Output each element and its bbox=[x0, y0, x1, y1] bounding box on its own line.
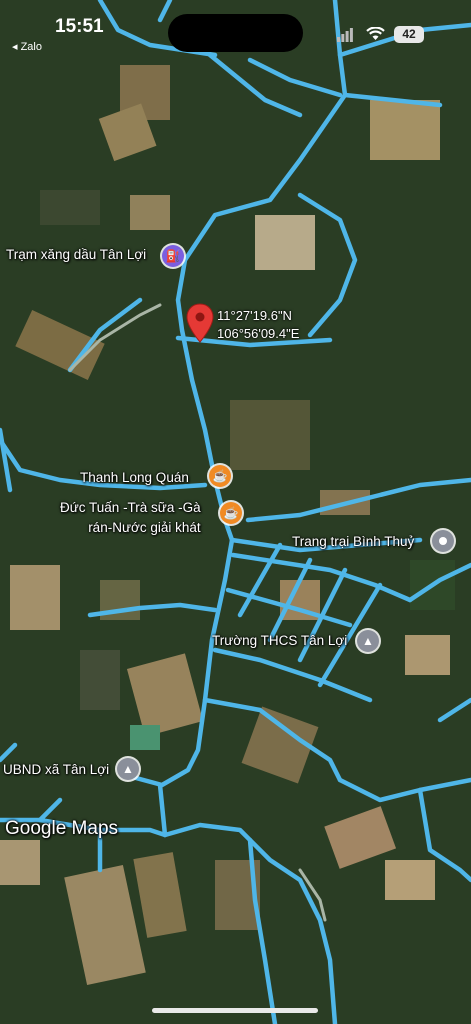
school-icon[interactable]: ▲ bbox=[357, 630, 379, 652]
cafe-icon[interactable]: ☕ bbox=[220, 502, 242, 524]
dynamic-island bbox=[168, 14, 303, 52]
duc-tuan-label-line1: Đức Tuấn -Trà sữa -Gà bbox=[60, 500, 201, 515]
clock: 15:51 bbox=[55, 16, 104, 37]
gas-pump-icon[interactable]: ⛽ bbox=[162, 245, 184, 267]
google-maps-watermark: Google Maps bbox=[5, 818, 119, 839]
ubnd-label[interactable]: UBND xã Tân Lợi bbox=[3, 762, 109, 777]
home-indicator[interactable] bbox=[152, 1008, 318, 1013]
pin-latitude: 11°27'19.6"N bbox=[217, 308, 292, 323]
duc-tuan-label[interactable]: Đức Tuấn -Trà sữa -Gà rán-Nước giải khát bbox=[60, 498, 201, 538]
back-to-app-link[interactable]: ◂ Zalo bbox=[12, 40, 42, 53]
wifi-icon bbox=[366, 27, 385, 40]
cellular-signal-icon bbox=[337, 28, 353, 42]
pin-coordinates: 11°27'19.6"N 106°56'09.4"E bbox=[217, 307, 299, 343]
duc-tuan-label-line2: rán-Nước giải khát bbox=[88, 520, 201, 535]
cafe-icon[interactable]: ☕ bbox=[209, 465, 231, 487]
government-icon[interactable]: ▲ bbox=[117, 758, 139, 780]
battery-indicator: 42 bbox=[394, 26, 424, 43]
thanh-long-quan-label[interactable]: Thanh Long Quán bbox=[80, 470, 189, 485]
school-label[interactable]: Trường THCS Tân Lợi bbox=[212, 633, 347, 648]
dropped-pin-icon[interactable] bbox=[186, 303, 214, 343]
pin-dot-icon[interactable] bbox=[432, 530, 454, 552]
status-bar: 15:51 ◂ Zalo 42 bbox=[0, 0, 471, 60]
binh-thuy-farm-label[interactable]: Trang trại Bình Thuỷ bbox=[292, 534, 414, 549]
gas-station-label[interactable]: Trạm xăng dầu Tân Lợi bbox=[6, 247, 146, 262]
pin-longitude: 106°56'09.4"E bbox=[217, 326, 300, 341]
